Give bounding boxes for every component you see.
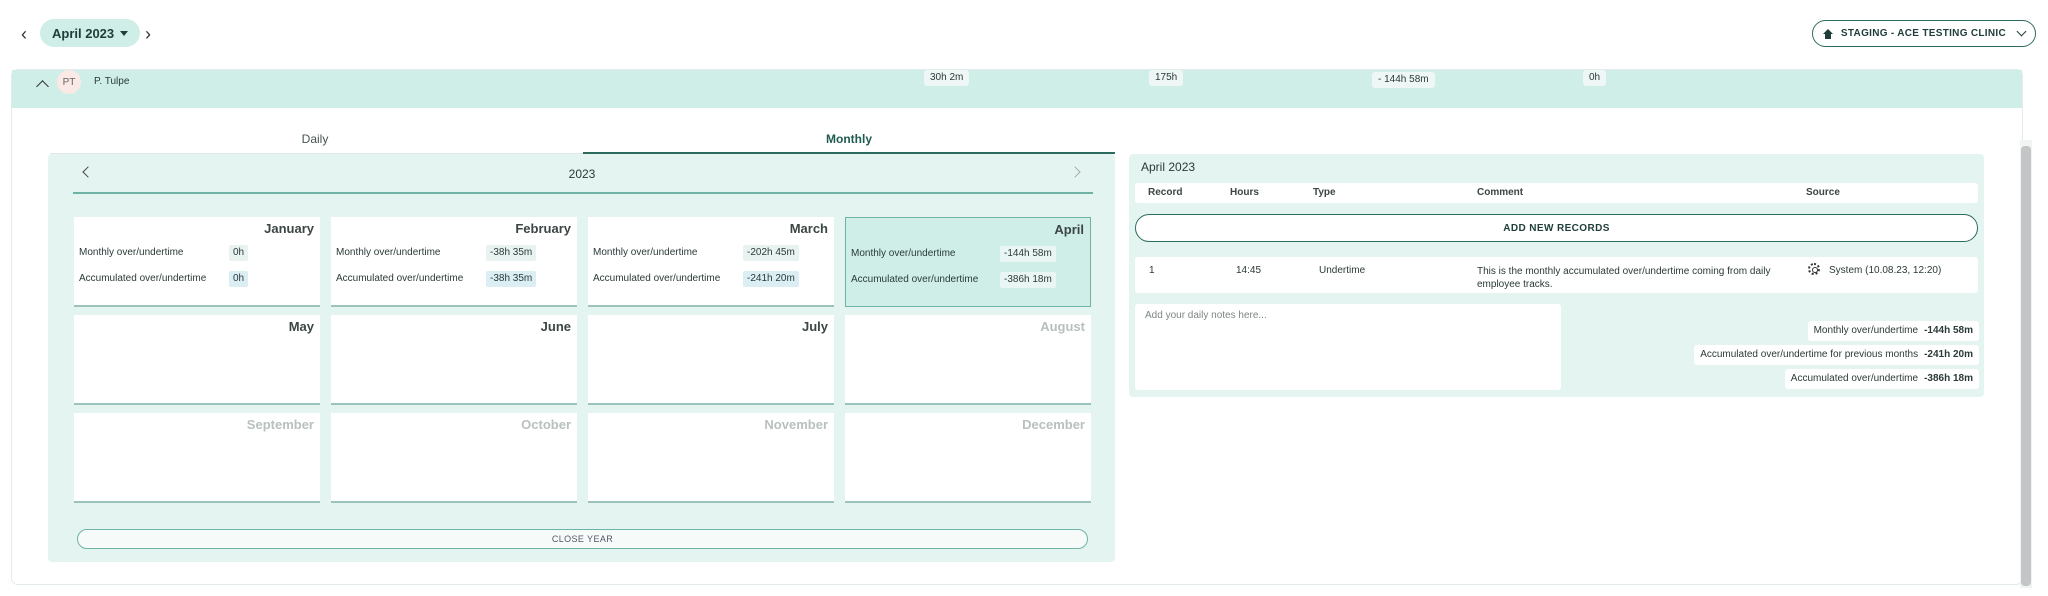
monthly-label: Monthly over/undertime bbox=[79, 247, 184, 258]
accum-value: -386h 18m bbox=[1000, 272, 1056, 288]
tab-monthly[interactable]: Monthly bbox=[583, 132, 1115, 146]
month-card-june[interactable]: June bbox=[331, 315, 577, 405]
cell-hours: 14:45 bbox=[1236, 265, 1262, 276]
header-hours: Hours bbox=[1230, 187, 1259, 198]
month-card-september: September bbox=[74, 413, 320, 503]
month-card-may[interactable]: May bbox=[74, 315, 320, 405]
accum-value: 0h bbox=[229, 271, 249, 287]
month-card-august: August bbox=[845, 315, 1091, 405]
accum-label: Accumulated over/undertime bbox=[851, 274, 979, 285]
header-comment: Comment bbox=[1477, 187, 1524, 198]
month-name: November bbox=[764, 417, 828, 432]
stat-other: 0h bbox=[1583, 70, 1607, 86]
add-new-records-button[interactable]: ADD NEW RECORDS bbox=[1135, 214, 1978, 242]
next-month-button[interactable]: › bbox=[140, 24, 156, 44]
month-name: July bbox=[801, 319, 828, 334]
month-name: March bbox=[789, 221, 828, 236]
month-card-february[interactable]: February Monthly over/undertime -38h 35m… bbox=[331, 217, 577, 307]
header-type: Type bbox=[1313, 187, 1336, 198]
month-card-april[interactable]: April Monthly over/undertime -144h 58m A… bbox=[845, 217, 1091, 307]
tab-daily[interactable]: Daily bbox=[50, 132, 580, 146]
records-header bbox=[1135, 183, 1978, 203]
employee-name: P. Tulpe bbox=[94, 76, 130, 87]
monthly-value: -144h 58m bbox=[1000, 246, 1056, 262]
month-name: August bbox=[1040, 319, 1085, 334]
month-card-december: December bbox=[845, 413, 1091, 503]
month-name: April bbox=[1054, 222, 1084, 237]
monthly-value: 0h bbox=[229, 245, 249, 261]
stat-tracked-hours: 30h 2m bbox=[924, 70, 970, 86]
close-year-button[interactable]: CLOSE YEAR bbox=[77, 529, 1088, 549]
year-label: 2023 bbox=[568, 167, 596, 181]
cell-source: System (10.08.23, 12:20) bbox=[1829, 265, 1942, 276]
header-record: Record bbox=[1148, 187, 1183, 198]
cell-record: 1 bbox=[1149, 265, 1155, 276]
month-card-october: October bbox=[331, 413, 577, 503]
month-card-march[interactable]: March Monthly over/undertime -202h 45m A… bbox=[588, 217, 834, 307]
monthly-value: -202h 45m bbox=[743, 245, 799, 261]
month-selector[interactable]: April 2023 bbox=[40, 19, 141, 47]
clinic-label: STAGING - ACE TESTING CLINIC bbox=[1840, 28, 2006, 39]
scrollbar-thumb[interactable] bbox=[2021, 146, 2031, 586]
month-card-january[interactable]: January Monthly over/undertime 0h Accumu… bbox=[74, 217, 320, 307]
monthly-label: Monthly over/undertime bbox=[593, 247, 698, 258]
home-icon bbox=[1822, 28, 1833, 39]
stat-target-hours: 175h bbox=[1149, 70, 1184, 86]
chevron-down-icon bbox=[2016, 26, 2027, 37]
summary-accumulated-label: Accumulated over/undertime bbox=[1790, 373, 1919, 384]
accum-label: Accumulated over/undertime bbox=[593, 273, 721, 284]
month-name: January bbox=[264, 221, 314, 236]
summary-accumulated: Accumulated over/undertime -386h 18m bbox=[1784, 369, 1979, 389]
summary-previous-label: Accumulated over/undertime for previous … bbox=[1700, 349, 1919, 360]
records-title: April 2023 bbox=[1141, 160, 1196, 174]
month-name: December bbox=[1022, 417, 1085, 432]
daily-notes-input[interactable]: Add your daily notes here... bbox=[1135, 304, 1561, 390]
monthly-label: Monthly over/undertime bbox=[336, 247, 441, 258]
monthly-label: Monthly over/undertime bbox=[851, 248, 956, 259]
accum-label: Accumulated over/undertime bbox=[336, 273, 464, 284]
accum-value: -38h 35m bbox=[486, 271, 537, 287]
month-name: June bbox=[540, 319, 571, 334]
accum-label: Accumulated over/undertime bbox=[79, 273, 207, 284]
system-gear-icon bbox=[1808, 263, 1820, 275]
top-bar bbox=[0, 0, 2048, 68]
avatar: PT bbox=[57, 70, 81, 94]
caret-down-icon bbox=[120, 30, 129, 36]
cell-comment: This is the monthly accumulated over/und… bbox=[1477, 266, 1771, 290]
accum-value: -241h 20m bbox=[743, 271, 799, 287]
month-name: May bbox=[288, 319, 314, 334]
month-name: September bbox=[246, 417, 314, 432]
summary-monthly-label: Monthly over/undertime bbox=[1813, 325, 1919, 336]
monthly-value: -38h 35m bbox=[486, 245, 537, 261]
summary-monthly: Monthly over/undertime -144h 58m bbox=[1807, 321, 1979, 341]
prev-month-button[interactable]: ‹ bbox=[16, 24, 32, 44]
year-divider bbox=[73, 192, 1093, 194]
month-card-july[interactable]: July bbox=[588, 315, 834, 405]
stat-balance: - 144h 58m bbox=[1372, 72, 1435, 88]
month-selector-label: April 2023 bbox=[52, 25, 115, 41]
month-name: February bbox=[515, 221, 571, 236]
month-name: October bbox=[521, 417, 571, 432]
employee-row[interactable] bbox=[12, 70, 2022, 108]
cell-type: Undertime bbox=[1319, 265, 1366, 276]
header-source: Source bbox=[1806, 187, 1840, 198]
clinic-selector[interactable]: STAGING - ACE TESTING CLINIC bbox=[1811, 20, 2036, 47]
summary-monthly-value: -144h 58m bbox=[1924, 325, 1973, 336]
summary-previous: Accumulated over/undertime for previous … bbox=[1694, 345, 1979, 365]
month-card-november: November bbox=[588, 413, 834, 503]
summary-previous-value: -241h 20m bbox=[1924, 349, 1973, 360]
summary-accumulated-value: -386h 18m bbox=[1924, 373, 1973, 384]
